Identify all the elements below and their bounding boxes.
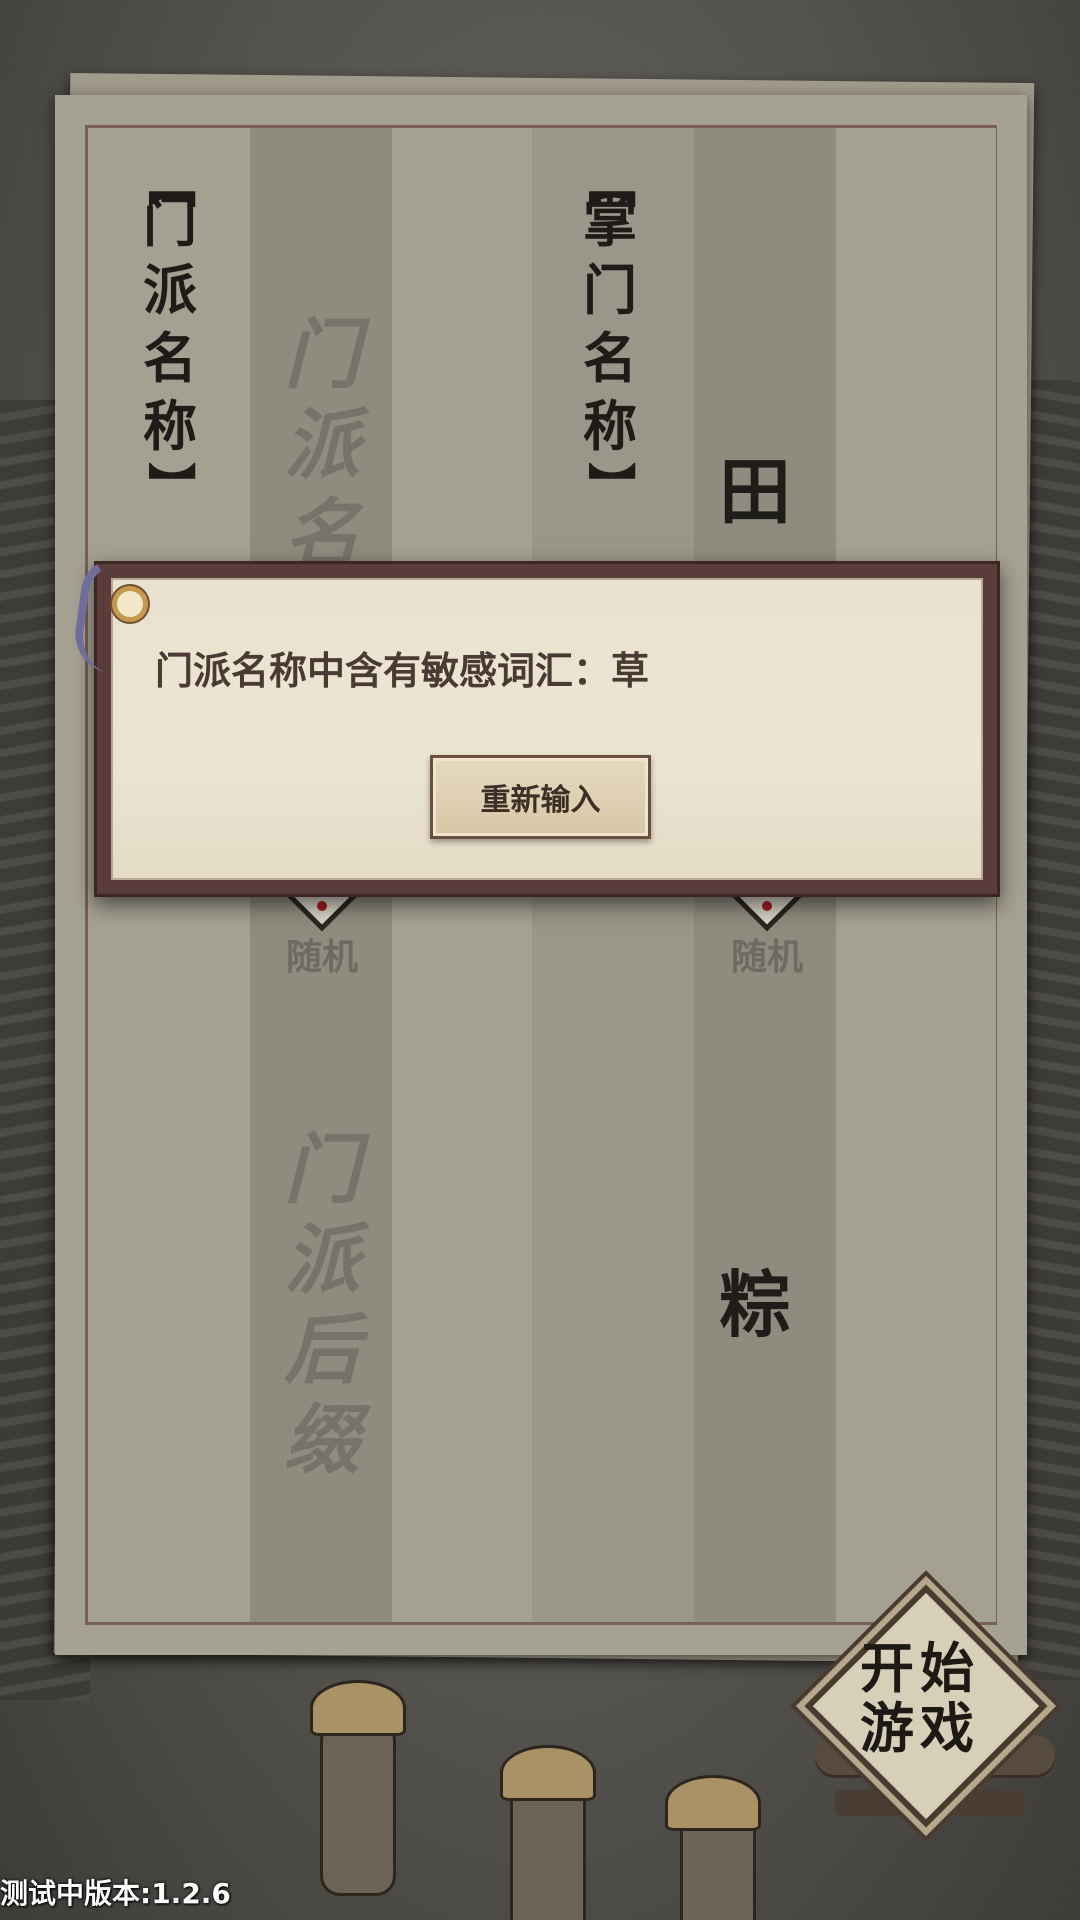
straw-hat (310, 1680, 406, 1736)
label-char: 名 (143, 326, 197, 390)
placeholder-char: 缀 (284, 1395, 360, 1484)
person (320, 1720, 396, 1896)
label-char: 称 (143, 394, 197, 458)
leader-name-input[interactable]: 田 (705, 452, 805, 532)
label-char: 门 (583, 258, 637, 322)
sensitive-word-dialog (94, 561, 1000, 897)
start-game-label: 开始 游戏 (820, 1638, 1020, 1758)
random-label: 随机 (285, 937, 358, 978)
start-char: 始 (920, 1636, 980, 1700)
straw-hat (500, 1745, 596, 1801)
placeholder-char: 门 (284, 310, 360, 399)
straw-hat (665, 1775, 761, 1831)
game-scene: 【 门 派 名 称 】 门 派 名 【 掌 门 名 称 】 田 随机 随机 门 … (0, 0, 1080, 1920)
start-char: 戏 (920, 1696, 980, 1760)
random-label: 随机 (730, 937, 803, 978)
label-char: 门 (143, 190, 197, 254)
start-game-button[interactable]: 开始 游戏 (800, 1580, 1048, 1828)
placeholder-char: 派 (284, 400, 360, 489)
retry-input-button[interactable]: 重新输入 (430, 755, 651, 839)
retry-button-label: 重新输入 (480, 783, 601, 818)
placeholder-char: 派 (284, 1215, 360, 1304)
label-char: 名 (583, 326, 637, 390)
version-label: 测试中版本:1.2.6 (0, 1877, 231, 1910)
label-char: 派 (143, 258, 197, 322)
start-char: 开 (860, 1636, 920, 1700)
suffix-value[interactable]: 粽 (705, 1265, 805, 1345)
bracket-close: 】 (582, 461, 638, 510)
start-char: 游 (860, 1696, 920, 1760)
label-char: 称 (583, 394, 637, 458)
dialog-message: 门派名称中含有敏感词汇：草 (155, 649, 650, 693)
placeholder-char: 后 (284, 1305, 360, 1394)
crowd-illustration (280, 1660, 800, 1920)
tag-ring-decoration (112, 586, 148, 622)
bracket-close: 】 (142, 461, 198, 510)
placeholder-char: 门 (284, 1125, 360, 1214)
label-char: 掌 (583, 190, 637, 254)
